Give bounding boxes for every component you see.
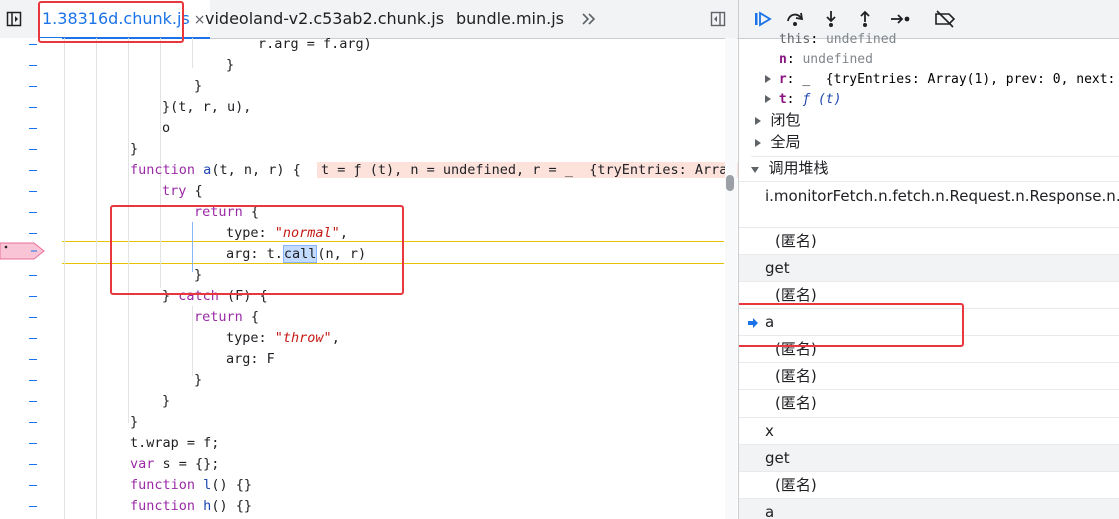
callstack-frame[interactable]: x <box>739 417 1119 445</box>
code-line: } <box>130 141 139 157</box>
callstack-frame[interactable]: get <box>739 444 1119 472</box>
source-pane: 1.38316d.chunk.js × videoland-v2.c53ab2.c… <box>0 0 738 519</box>
expand-icon <box>765 75 771 83</box>
scope-global[interactable]: 全局 <box>755 131 801 153</box>
callstack-frame[interactable]: (匿名) <box>739 362 1119 390</box>
scope-this: this: undefined <box>779 32 897 47</box>
callstack-frame[interactable]: i.monitorFetch.n.fetch.n.Request.n.Respo… <box>739 181 1119 226</box>
scope-r[interactable]: r: _ {tryEntries: Array(1), prev: 0, nex… <box>765 70 1115 90</box>
code-line: function h() {} <box>130 498 252 514</box>
highlight-box-code <box>110 205 404 295</box>
line-gutter[interactable] <box>0 38 62 519</box>
callstack-frame[interactable]: (匿名) <box>739 227 1119 255</box>
code-line: t.wrap = f; <box>130 435 220 451</box>
scope-n: n: undefined <box>779 52 873 67</box>
callstack-frame[interactable]: (匿名) <box>739 389 1119 417</box>
resume-icon[interactable] <box>751 8 775 30</box>
expand-icon <box>755 139 761 147</box>
scroll-track[interactable] <box>725 38 737 519</box>
inline-values: t = ƒ (t), n = undefined, r = _ {tryEntr… <box>316 162 738 178</box>
code-line: } <box>130 414 139 430</box>
code-line: var s = {}; <box>130 456 220 472</box>
code-line: } <box>194 372 203 388</box>
code-line: } <box>162 393 171 409</box>
callstack-frame[interactable]: (匿名) <box>739 471 1119 499</box>
current-line-marker[interactable] <box>0 241 46 261</box>
tab-label: bundle.min.js <box>456 9 565 28</box>
code-line: }(t, r, u), <box>162 99 252 115</box>
collapse-icon <box>751 167 759 173</box>
close-icon[interactable]: × <box>194 12 206 28</box>
tab-videoland-chunk[interactable]: videoland-v2.c53ab2.chunk.js <box>205 0 444 38</box>
code-line: } <box>226 57 235 73</box>
deactivate-breakpoints-icon[interactable] <box>933 8 957 30</box>
scope-closure[interactable]: 闭包 <box>755 109 801 131</box>
step-into-icon[interactable] <box>819 8 843 30</box>
code-line: try { <box>162 183 203 199</box>
code-line: return { <box>194 309 260 325</box>
code-line: function l() {} <box>130 477 252 493</box>
code-line: type: "throw", <box>226 330 340 346</box>
code-line: arg: F <box>226 351 275 367</box>
callstack-frame[interactable]: a <box>739 498 1119 519</box>
debugger-sidebar: this: undefined n: undefined r: _ {tryEn… <box>738 0 1119 519</box>
highlight-box-tab <box>38 1 184 43</box>
step-over-icon[interactable] <box>783 8 807 30</box>
scrollbar-thumb[interactable] <box>726 175 734 191</box>
step-out-icon[interactable] <box>853 8 877 30</box>
chevron-double-right-icon[interactable] <box>578 9 600 29</box>
step-icon[interactable] <box>889 8 913 30</box>
callstack-header[interactable]: 调用堆栈 <box>751 156 1119 179</box>
callstack-frame[interactable]: get <box>739 254 1119 282</box>
code-line: o <box>162 120 171 136</box>
code-line: r.arg = f.arg) <box>258 36 372 52</box>
expand-icon <box>755 117 761 125</box>
format-panel-icon[interactable] <box>708 9 728 29</box>
scope-t[interactable]: t: ƒ (t) <box>765 90 841 110</box>
panel-toggle-icon[interactable] <box>4 9 24 29</box>
code-line: } <box>194 78 203 94</box>
highlight-box-frame <box>739 303 964 347</box>
tab-bundle-min[interactable]: bundle.min.js <box>456 0 564 38</box>
tab-label: videoland-v2.c53ab2.chunk.js <box>205 9 445 28</box>
expand-icon <box>765 95 771 103</box>
code-line: function a(t, n, r) { t = ƒ (t), n = und… <box>130 160 738 181</box>
